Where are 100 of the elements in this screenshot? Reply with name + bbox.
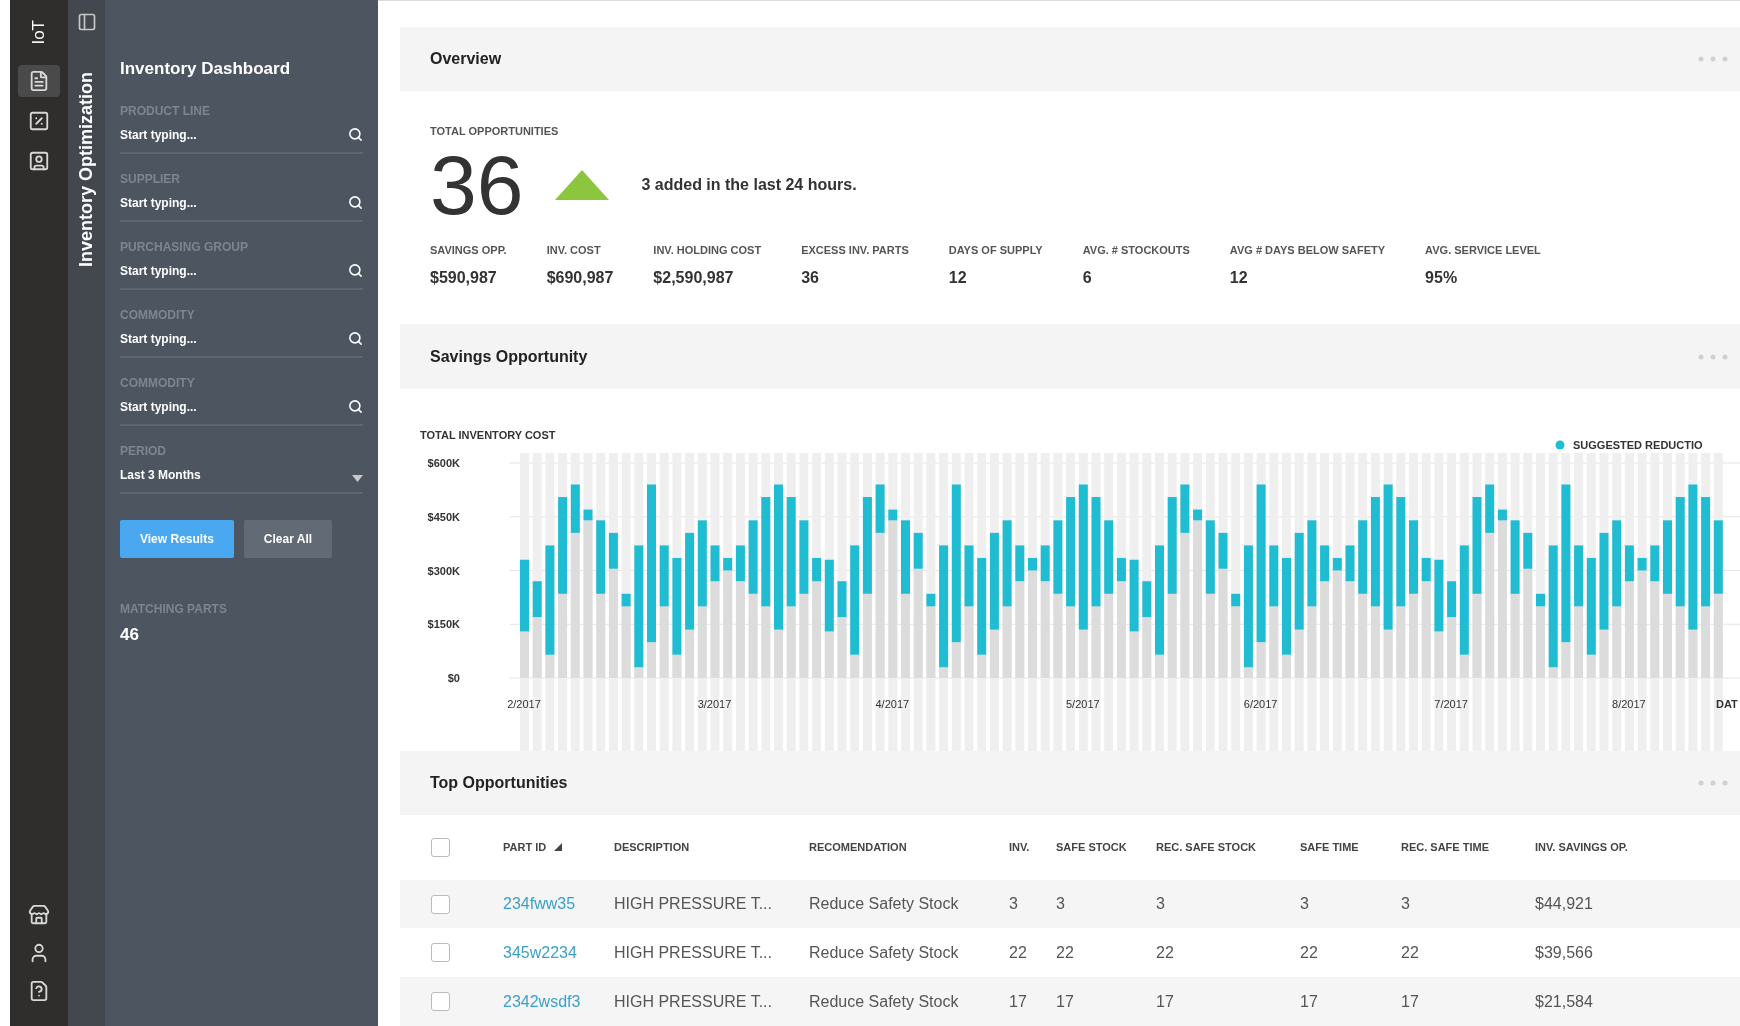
- matching-count: 46: [120, 623, 140, 646]
- column-header[interactable]: RECOMENDATION: [809, 839, 1009, 856]
- checkbox[interactable]: [431, 992, 450, 1012]
- table-cell-text: 22: [1300, 942, 1319, 963]
- stat-label: INV. COST: [546, 242, 602, 258]
- stat-label: SAVINGS OPP.: [430, 242, 507, 258]
- column-header[interactable]: INV.: [1009, 839, 1056, 856]
- search-icon: [348, 399, 363, 414]
- help-icon[interactable]: [28, 980, 50, 1002]
- table-cell-text: 17: [1401, 991, 1420, 1012]
- table-cell-text: $44,921: [1535, 894, 1594, 914]
- search-icon: [348, 331, 363, 346]
- table-row[interactable]: 234fww35 HIGH PRESSURE T... Reduce Safety Stock 3 3 3 3 3 $44,921: [400, 879, 1740, 929]
- table-cell-text: Reduce Safety Stock: [809, 894, 960, 914]
- table-cell-text: 17: [1300, 991, 1319, 1012]
- chart-bar: [964, 545, 974, 607]
- stat-value: $2,590,987: [653, 268, 735, 289]
- search-icon: [348, 127, 363, 142]
- search-field[interactable]: Start typing...: [120, 397, 348, 416]
- search-field[interactable]: Start typing...: [120, 261, 348, 280]
- stat-value: 95%: [1425, 268, 1459, 289]
- caret-icon: [352, 475, 363, 482]
- stat-value: 12: [1229, 268, 1249, 289]
- nav-item[interactable]: [18, 64, 60, 97]
- panel-title: Overview: [430, 49, 502, 70]
- y-tick-label: $600K: [427, 456, 460, 469]
- store-icon[interactable]: [28, 904, 50, 926]
- y-tick-label: $450K: [427, 510, 460, 523]
- table-cell-text: 3: [1401, 894, 1411, 914]
- total-count: 36: [430, 139, 524, 230]
- table-cell-text: 17: [1009, 991, 1028, 1012]
- column-header[interactable]: REC. SAFE STOCK: [1156, 839, 1300, 856]
- user-square-icon: [28, 149, 50, 172]
- table-cell-text: 3: [1156, 894, 1166, 914]
- y-tick-label: $0: [447, 671, 460, 684]
- column-header[interactable]: PART ID: [503, 839, 614, 856]
- stat-value: $590,987: [430, 268, 498, 289]
- panel-heading: Inventory Dashboard: [120, 58, 292, 80]
- up-triangle-icon: [555, 169, 610, 200]
- app-logo: IoT: [28, 20, 50, 45]
- panel-title: Savings Opportunity: [430, 346, 588, 367]
- table-cell-text: HIGH PRESSURE T...: [614, 942, 773, 963]
- chart-bar: [1574, 545, 1584, 607]
- column-header[interactable]: SAFE TIME: [1300, 839, 1401, 856]
- table-cell-text: HIGH PRESSURE T...: [614, 991, 773, 1012]
- table-cell-text: 3: [1009, 894, 1019, 914]
- column-header[interactable]: INV. SAVINGS OP.: [1535, 839, 1740, 856]
- stat-label: AVG. # STOCKOUTS: [1082, 242, 1190, 258]
- x-tick-label: 4/2017: [875, 697, 910, 710]
- table-cell-text: 22: [1401, 942, 1420, 963]
- checkbox[interactable]: [431, 837, 450, 857]
- app-title: Inventory Optimization: [75, 72, 97, 267]
- stat-label: EXCESS INV. PARTS: [801, 242, 909, 258]
- search-icon: [348, 195, 363, 210]
- x-tick-label: 2/2017: [507, 697, 541, 710]
- clear-all-button[interactable]: Clear All: [243, 519, 333, 558]
- stat-label: INV. HOLDING COST: [653, 242, 762, 258]
- chart-title: TOTAL INVENTORY COST: [420, 428, 556, 441]
- x-tick-label: 7/2017: [1434, 697, 1468, 710]
- stat-label: DAYS OF SUPPLY: [948, 242, 1043, 258]
- search-field[interactable]: Start typing...: [120, 193, 348, 212]
- x-tick-label: 6/2017: [1243, 697, 1278, 710]
- chart-bar: [659, 545, 669, 607]
- percent-icon: [28, 109, 50, 132]
- panel-toggle-icon[interactable]: [76, 12, 97, 32]
- chart-legend: SUGGESTED REDUCTIO: [1555, 438, 1703, 451]
- table-row[interactable]: 2342wsdf3 HIGH PRESSURE T... Reduce Safety Stock 17 17 17 17 17 $21,584: [400, 977, 1740, 1026]
- table-cell-text: 17: [1056, 991, 1075, 1012]
- table-cell-text: HIGH PRESSURE T...: [614, 894, 773, 914]
- stat-value: 6: [1082, 268, 1093, 289]
- table-cell-text: Reduce Safety Stock: [809, 942, 960, 963]
- checkbox[interactable]: [431, 943, 450, 963]
- table-cell-text: 3: [1300, 894, 1310, 914]
- chart-bar: [1269, 545, 1279, 607]
- stat-label: TOTAL OPPORTUNITIES: [430, 124, 560, 140]
- column-header[interactable]: SAFE STOCK: [1056, 839, 1156, 856]
- x-axis-label: DAT: [1716, 697, 1738, 710]
- stat-label: AVG # DAYS BELOW SAFETY: [1229, 242, 1386, 258]
- checkbox[interactable]: [431, 894, 450, 914]
- x-tick-label: 3/2017: [697, 697, 732, 710]
- column-header[interactable]: DESCRIPTION: [614, 839, 809, 856]
- period-dropdown[interactable]: Last 3 Months: [120, 465, 363, 494]
- search-icon: [348, 263, 363, 278]
- table-cell-text: $21,584: [1535, 991, 1594, 1012]
- document-icon: [28, 69, 50, 92]
- y-tick-label: $150K: [427, 618, 460, 631]
- table-cell-text: 3: [1056, 894, 1066, 914]
- search-field[interactable]: Start typing...: [120, 125, 348, 144]
- search-field[interactable]: Start typing...: [120, 329, 348, 348]
- table-cell-text: 17: [1156, 991, 1175, 1012]
- stat-value: 12: [948, 268, 968, 289]
- x-tick-label: 5/2017: [1065, 697, 1100, 710]
- table-cell-text: 22: [1009, 942, 1028, 963]
- stat-value: 36: [801, 268, 820, 289]
- table-cell-text: $39,566: [1535, 942, 1594, 963]
- x-tick-label: 8/2017: [1612, 697, 1646, 710]
- table-cell-text: Reduce Safety Stock: [809, 991, 960, 1012]
- column-header[interactable]: REC. SAFE TIME: [1401, 839, 1535, 856]
- stat-value: $690,987: [546, 268, 614, 289]
- panel-title: Top Opportunities: [430, 773, 568, 793]
